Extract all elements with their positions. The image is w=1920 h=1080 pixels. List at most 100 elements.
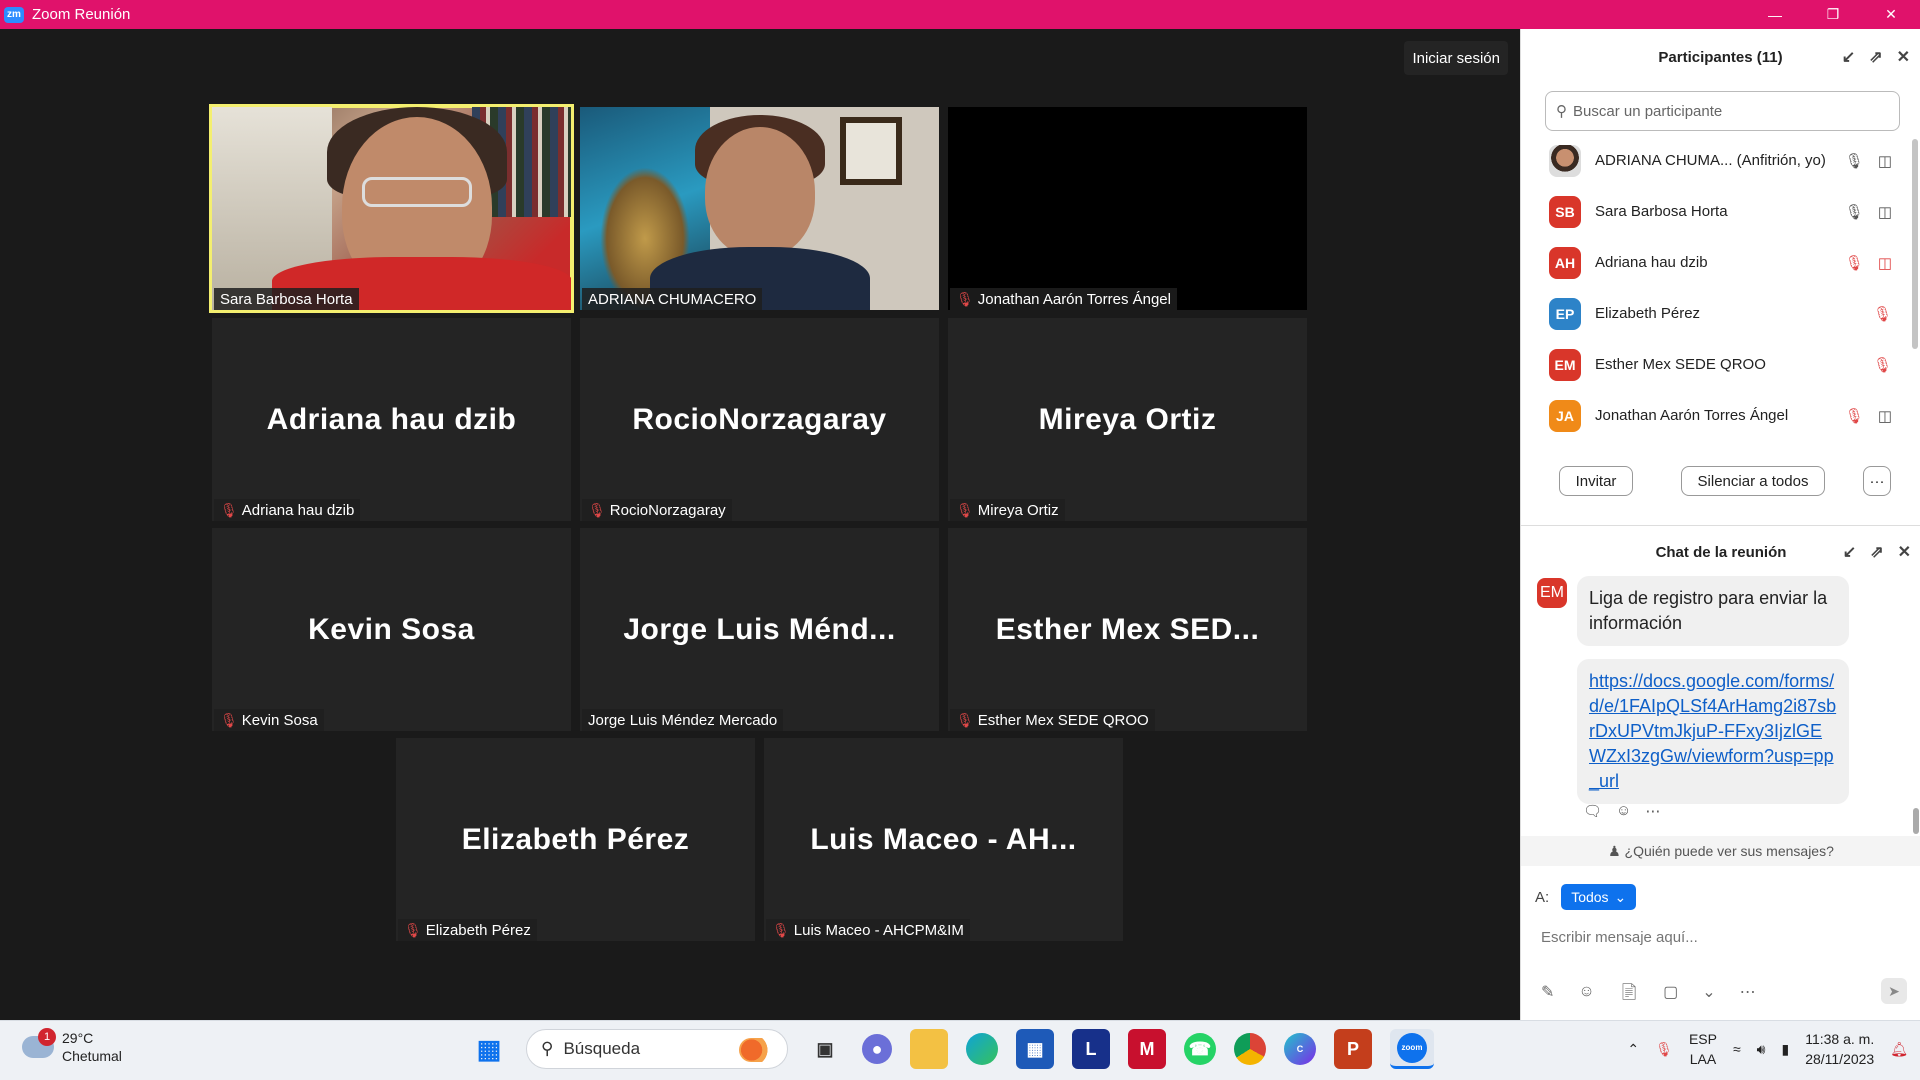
chat-message-text: Liga de registro para enviar la informac…: [1589, 588, 1828, 633]
video-tile-elizabeth[interactable]: Elizabeth Pérez 🎙︎ Elizabeth Pérez: [396, 738, 755, 941]
wifi-icon[interactable]: ≈: [1733, 1041, 1741, 1057]
participant-status: 🎙︎ ◫: [1845, 254, 1892, 272]
camera-icon[interactable]: ◫: [1878, 152, 1892, 170]
participant-row[interactable]: EM Esther Mex SEDE QROO 🎙︎: [1521, 339, 1920, 390]
video-tile-kevin[interactable]: Kevin Sosa 🎙︎ Kevin Sosa: [212, 528, 571, 731]
more-icon[interactable]: ⋯: [1645, 802, 1660, 820]
mic-muted-icon[interactable]: 🎙︎: [1873, 305, 1892, 323]
tile-name: Jorge Luis Méndez Mercado: [588, 711, 778, 729]
participant-row[interactable]: JA Jonathan Aarón Torres Ángel 🎙︎ ◫: [1521, 390, 1920, 441]
mic-in-use-icon[interactable]: 🎙︎: [1655, 1041, 1673, 1058]
canva-icon[interactable]: C: [1284, 1033, 1316, 1065]
chat-scrollbar[interactable]: [1913, 808, 1919, 834]
participant-row[interactable]: AH Adriana hau dzib 🎙︎ ◫: [1521, 237, 1920, 288]
mcafee-icon[interactable]: M: [1128, 1029, 1166, 1069]
chat-message-input[interactable]: [1541, 922, 1901, 952]
send-button[interactable]: ➤: [1881, 978, 1907, 1004]
task-view-icon[interactable]: ▣: [806, 1029, 844, 1069]
store-icon[interactable]: ▦: [1016, 1029, 1054, 1069]
mic-muted-icon[interactable]: 🎙︎: [1845, 254, 1864, 272]
clock[interactable]: 11:38 a. m. 28/11/2023: [1805, 1029, 1874, 1069]
l-app-icon[interactable]: L: [1072, 1029, 1110, 1069]
windows-start-icon[interactable]: ▦: [470, 1029, 508, 1069]
participant-row[interactable]: ADRIANA CHUMA... (Anfitrión, yo) 🎙︎ ◫: [1521, 135, 1920, 186]
tile-label: 🎙︎ Kevin Sosa: [214, 709, 324, 731]
mute-all-button[interactable]: Silenciar a todos: [1681, 466, 1825, 496]
chevron-down-icon[interactable]: ⌄: [1702, 982, 1715, 1002]
visibility-text: ¿Quién puede ver sus mensajes?: [1624, 843, 1834, 859]
collapse-icon[interactable]: ↙: [1843, 542, 1856, 562]
chat-title: Chat de la reunión: [1655, 543, 1787, 561]
video-tile-esther[interactable]: Esther Mex SED... 🎙︎ Esther Mex SEDE QROO: [948, 528, 1307, 731]
file-explorer-icon[interactable]: [910, 1029, 948, 1069]
tile-name: Mireya Ortiz: [977, 501, 1059, 519]
participant-row[interactable]: SB Sara Barbosa Horta 🎙︎ ◫: [1521, 186, 1920, 237]
edge-icon[interactable]: [966, 1033, 998, 1065]
camera-icon[interactable]: ◫: [1878, 203, 1892, 221]
powerpoint-icon[interactable]: P: [1334, 1029, 1372, 1069]
more-icon[interactable]: ⋯: [1740, 982, 1756, 1002]
volume-icon[interactable]: 🔊︎: [1757, 1041, 1766, 1058]
teams-chat-icon[interactable]: ●: [862, 1034, 892, 1064]
mic-muted-icon[interactable]: 🎙︎: [1845, 407, 1864, 425]
chat-message-link[interactable]: https://docs.google.com/forms/d/e/1FAIpQ…: [1589, 671, 1836, 791]
language-top: ESP: [1688, 1031, 1717, 1047]
participant-status: 🎙︎ ◫: [1845, 407, 1892, 425]
reply-icon[interactable]: 🗨︎: [1583, 802, 1602, 820]
video-tile-adriana-hau[interactable]: Adriana hau dzib 🎙︎ Adriana hau dzib: [212, 318, 571, 521]
mic-icon[interactable]: 🎙︎: [1845, 203, 1864, 221]
taskbar-search[interactable]: ⚲ Búsqueda: [526, 1029, 788, 1069]
video-tile-mireya[interactable]: Mireya Ortiz 🎙︎ Mireya Ortiz: [948, 318, 1307, 521]
video-tile-jonathan[interactable]: 🎙︎ Jonathan Aarón Torres Ángel: [948, 107, 1307, 310]
close-icon[interactable]: ✕: [1897, 47, 1910, 67]
notification-bell-icon[interactable]: 🔔︎: [1890, 1041, 1908, 1058]
chevron-down-icon: ⌄: [1614, 888, 1627, 905]
popout-icon[interactable]: ⇗: [1870, 542, 1883, 562]
message-visibility-info[interactable]: ♟ ¿Quién puede ver sus mensajes?: [1521, 836, 1920, 866]
emoji-icon[interactable]: ☺: [1578, 983, 1594, 1001]
mic-muted-icon: 🎙︎: [956, 501, 974, 518]
close-icon[interactable]: ✕: [1898, 542, 1911, 562]
participant-list-scrollbar[interactable]: [1912, 139, 1918, 349]
participant-actions: Invitar Silenciar a todos ···: [1521, 459, 1920, 503]
video-tile-rocio[interactable]: RocioNorzagaray 🎙︎ RocioNorzagaray: [580, 318, 939, 521]
video-tile-jorge[interactable]: Jorge Luis Ménd... Jorge Luis Méndez Mer…: [580, 528, 939, 731]
mic-icon[interactable]: 🎙︎: [1845, 152, 1864, 170]
popout-icon[interactable]: ⇗: [1869, 47, 1882, 67]
chrome-icon[interactable]: [1234, 1033, 1266, 1065]
language-indicator[interactable]: ESP LAA: [1689, 1029, 1717, 1069]
close-window-button[interactable]: ✕: [1862, 0, 1920, 29]
chat-toolbar: ✎ ☺ 📄︎ ▢ ⌄ ⋯: [1541, 982, 1756, 1002]
video-tile-sara[interactable]: Sara Barbosa Horta: [209, 104, 574, 313]
screenshot-icon[interactable]: ▢: [1663, 982, 1678, 1002]
camera-icon[interactable]: ◫: [1878, 407, 1892, 425]
video-tile-luis[interactable]: Luis Maceo - AH... 🎙︎ Luis Maceo - AHCPM&…: [764, 738, 1123, 941]
chat-panel: Chat de la reunión ↙ ⇗ ✕ EM Liga de regi…: [1521, 526, 1920, 1020]
tile-name: Luis Maceo - AHCPM&IM: [793, 921, 964, 939]
whatsapp-icon[interactable]: ☎: [1184, 1033, 1216, 1065]
recipient-dropdown[interactable]: Todos ⌄: [1561, 884, 1637, 910]
tile-big-name: Mireya Ortiz: [1038, 403, 1217, 436]
time: 11:38 a. m.: [1805, 1031, 1875, 1047]
chevron-up-icon[interactable]: ⌃: [1627, 1041, 1639, 1058]
more-options-button[interactable]: ···: [1863, 466, 1891, 496]
video-tile-adriana-chumacero[interactable]: ADRIANA CHUMACERO: [580, 107, 939, 310]
participant-search[interactable]: ⚲ Buscar un participante: [1545, 91, 1900, 131]
window-title: Zoom Reunión: [32, 6, 131, 23]
emoji-reaction-icon[interactable]: ☺: [1616, 802, 1631, 820]
signin-button[interactable]: Iniciar sesión: [1404, 41, 1508, 75]
mic-muted-icon: 🎙︎: [772, 921, 790, 938]
camera-off-icon[interactable]: ◫: [1878, 254, 1892, 272]
collapse-icon[interactable]: ↙: [1842, 47, 1855, 67]
format-text-icon[interactable]: ✎: [1541, 982, 1554, 1002]
mic-muted-icon[interactable]: 🎙︎: [1873, 356, 1892, 374]
battery-icon[interactable]: ▮: [1781, 1041, 1789, 1058]
invite-button[interactable]: Invitar: [1559, 466, 1633, 496]
zoom-app-icon[interactable]: zoom: [1390, 1029, 1434, 1069]
message-actions: 🗨︎ ☺ ⋯: [1583, 802, 1660, 820]
minimize-button[interactable]: —: [1746, 0, 1804, 29]
restore-button[interactable]: ❐: [1804, 0, 1862, 29]
file-icon[interactable]: 📄︎: [1619, 982, 1639, 1002]
participant-row[interactable]: EP Elizabeth Pérez 🎙︎: [1521, 288, 1920, 339]
weather-widget[interactable]: 1 29°C Chetumal: [22, 1028, 122, 1065]
